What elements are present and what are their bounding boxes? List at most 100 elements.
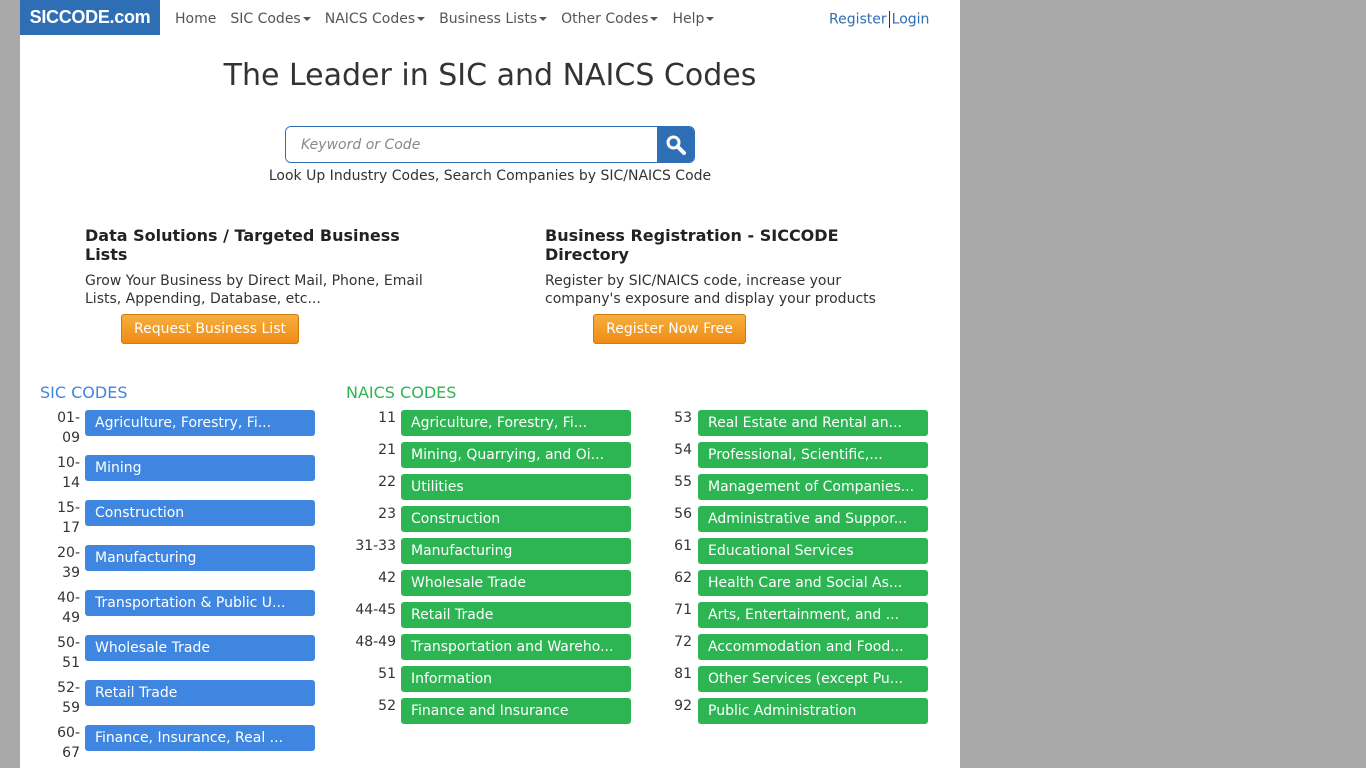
sic-division-button[interactable]: Agriculture, Forestry, Fi... xyxy=(85,410,315,436)
promo-business-lists-text: Grow Your Business by Direct Mail, Phone… xyxy=(85,273,423,307)
site-logo[interactable]: SICCODE.com xyxy=(20,0,160,35)
sic-code-start: 40- xyxy=(57,590,80,606)
nav-other-codes-label: Other Codes xyxy=(561,11,649,27)
caret-down-icon xyxy=(302,17,311,21)
sic-code-end: 59 xyxy=(62,700,80,716)
nav-naics-codes[interactable]: NAICS Codes xyxy=(324,11,426,27)
request-business-list-button[interactable]: Request Business List xyxy=(121,314,299,344)
sic-code-range: 10- 14 xyxy=(50,453,80,493)
caret-down-icon xyxy=(706,17,715,21)
main-nav: Home SIC Codes NAICS Codes Business List… xyxy=(175,11,728,27)
naics-sector-button[interactable]: Arts, Entertainment, and ... xyxy=(698,602,928,628)
naics-sector-button[interactable]: Administrative and Suppor... xyxy=(698,506,928,532)
nav-business-lists-label: Business Lists xyxy=(439,11,538,27)
naics-code-number: 11 xyxy=(378,410,396,426)
caret-down-icon xyxy=(650,17,659,21)
sic-code-range: 40- 49 xyxy=(50,588,80,628)
naics-code-number: 72 xyxy=(674,634,692,650)
naics-sector-button[interactable]: Professional, Scientific,... xyxy=(698,442,928,468)
naics-code-number: 48-49 xyxy=(355,634,396,650)
naics-sector-button[interactable]: Other Services (except Pu... xyxy=(698,666,928,692)
naics-sector-button[interactable]: Wholesale Trade xyxy=(401,570,631,596)
naics-sector-button[interactable]: Retail Trade xyxy=(401,602,631,628)
nav-home-label: Home xyxy=(175,11,217,27)
sic-code-end: 14 xyxy=(62,475,80,491)
naics-sector-button[interactable]: Management of Companies... xyxy=(698,474,928,500)
register-now-button[interactable]: Register Now Free xyxy=(593,314,746,344)
nav-business-lists[interactable]: Business Lists xyxy=(439,11,548,27)
naics-sector-button[interactable]: Public Administration xyxy=(698,698,928,724)
naics-code-number: 92 xyxy=(674,698,692,714)
page-title: The Leader in SIC and NAICS Codes xyxy=(223,58,757,93)
naics-sector-button[interactable]: Manufacturing xyxy=(401,538,631,564)
sic-code-start: 10- xyxy=(57,455,80,471)
sic-code-end: 49 xyxy=(62,610,80,626)
naics-sector-button[interactable]: Agriculture, Forestry, Fi... xyxy=(401,410,631,436)
search-tagline: Look Up Industry Codes, Search Companies… xyxy=(268,168,712,184)
naics-code-number: 62 xyxy=(674,570,692,586)
sic-code-start: 60- xyxy=(57,725,80,741)
sic-code-range: 50- 51 xyxy=(50,633,80,673)
naics-code-number: 81 xyxy=(674,666,692,682)
sic-code-end: 51 xyxy=(62,655,80,671)
naics-codes-heading: NAICS CODES xyxy=(346,383,457,402)
search-input[interactable] xyxy=(286,127,657,162)
naics-sector-button[interactable]: Accommodation and Food... xyxy=(698,634,928,660)
promo-business-lists-title: Data Solutions / Targeted Business Lists xyxy=(85,226,400,264)
caret-down-icon xyxy=(417,17,426,21)
naics-sector-button[interactable]: Finance and Insurance xyxy=(401,698,631,724)
naics-code-number: 23 xyxy=(378,506,396,522)
naics-sector-button[interactable]: Information xyxy=(401,666,631,692)
search-button[interactable] xyxy=(657,127,694,162)
sic-code-end: 17 xyxy=(62,520,80,536)
naics-sector-button[interactable]: Utilities xyxy=(401,474,631,500)
nav-other-codes[interactable]: Other Codes xyxy=(561,11,659,27)
promo-registration-title: Business Registration - SICCODE Director… xyxy=(545,226,839,264)
naics-code-number: 44-45 xyxy=(355,602,396,618)
sic-code-start: 20- xyxy=(57,545,80,561)
promo-registration: Business Registration - SICCODE Director… xyxy=(545,226,890,308)
nav-home[interactable]: Home xyxy=(175,11,216,27)
nav-help[interactable]: Help xyxy=(672,11,715,27)
sic-division-button[interactable]: Retail Trade xyxy=(85,680,315,706)
sic-code-range: 60- 67 xyxy=(50,723,80,763)
sic-code-start: 52- xyxy=(57,680,80,696)
naics-code-number: 42 xyxy=(378,570,396,586)
sic-division-button[interactable]: Finance, Insurance, Real ... xyxy=(85,725,315,751)
search-bar xyxy=(285,126,695,163)
naics-sector-button[interactable]: Construction xyxy=(401,506,631,532)
sic-code-start: 15- xyxy=(57,500,80,516)
auth-divider xyxy=(888,11,890,28)
nav-help-label: Help xyxy=(672,11,705,27)
naics-sector-button[interactable]: Transportation and Wareho... xyxy=(401,634,631,660)
sic-code-range: 20- 39 xyxy=(50,543,80,583)
sic-division-button[interactable]: Transportation & Public U... xyxy=(85,590,315,616)
sic-division-button[interactable]: Mining xyxy=(85,455,315,481)
login-link[interactable]: Login xyxy=(892,12,930,28)
nav-naics-codes-label: NAICS Codes xyxy=(324,11,416,27)
search-icon xyxy=(666,135,686,155)
naics-sector-button[interactable]: Mining, Quarrying, and Oi... xyxy=(401,442,631,468)
sic-code-start: 50- xyxy=(57,635,80,651)
sic-code-range: 52- 59 xyxy=(50,678,80,718)
caret-down-icon xyxy=(539,17,548,21)
naics-code-number: 53 xyxy=(674,410,692,426)
promo-business-lists: Data Solutions / Targeted Business Lists… xyxy=(85,226,430,308)
naics-sector-button[interactable]: Real Estate and Rental an... xyxy=(698,410,928,436)
sic-code-range: 01- 09 xyxy=(50,408,80,448)
naics-sector-button[interactable]: Health Care and Social As... xyxy=(698,570,928,596)
sic-division-button[interactable]: Wholesale Trade xyxy=(85,635,315,661)
sic-division-button[interactable]: Manufacturing xyxy=(85,545,315,571)
sic-code-end: 67 xyxy=(62,745,80,761)
naics-code-number: 71 xyxy=(674,602,692,618)
register-link[interactable]: Register xyxy=(829,12,887,28)
sic-code-end: 39 xyxy=(62,565,80,581)
sic-division-button[interactable]: Construction xyxy=(85,500,315,526)
naics-sector-button[interactable]: Educational Services xyxy=(698,538,928,564)
auth-links: Register Login xyxy=(829,11,929,28)
sic-code-end: 09 xyxy=(62,430,80,446)
nav-sic-codes[interactable]: SIC Codes xyxy=(230,11,311,27)
naics-code-number: 51 xyxy=(378,666,396,682)
naics-code-number: 54 xyxy=(674,442,692,458)
naics-code-number: 56 xyxy=(674,506,692,522)
